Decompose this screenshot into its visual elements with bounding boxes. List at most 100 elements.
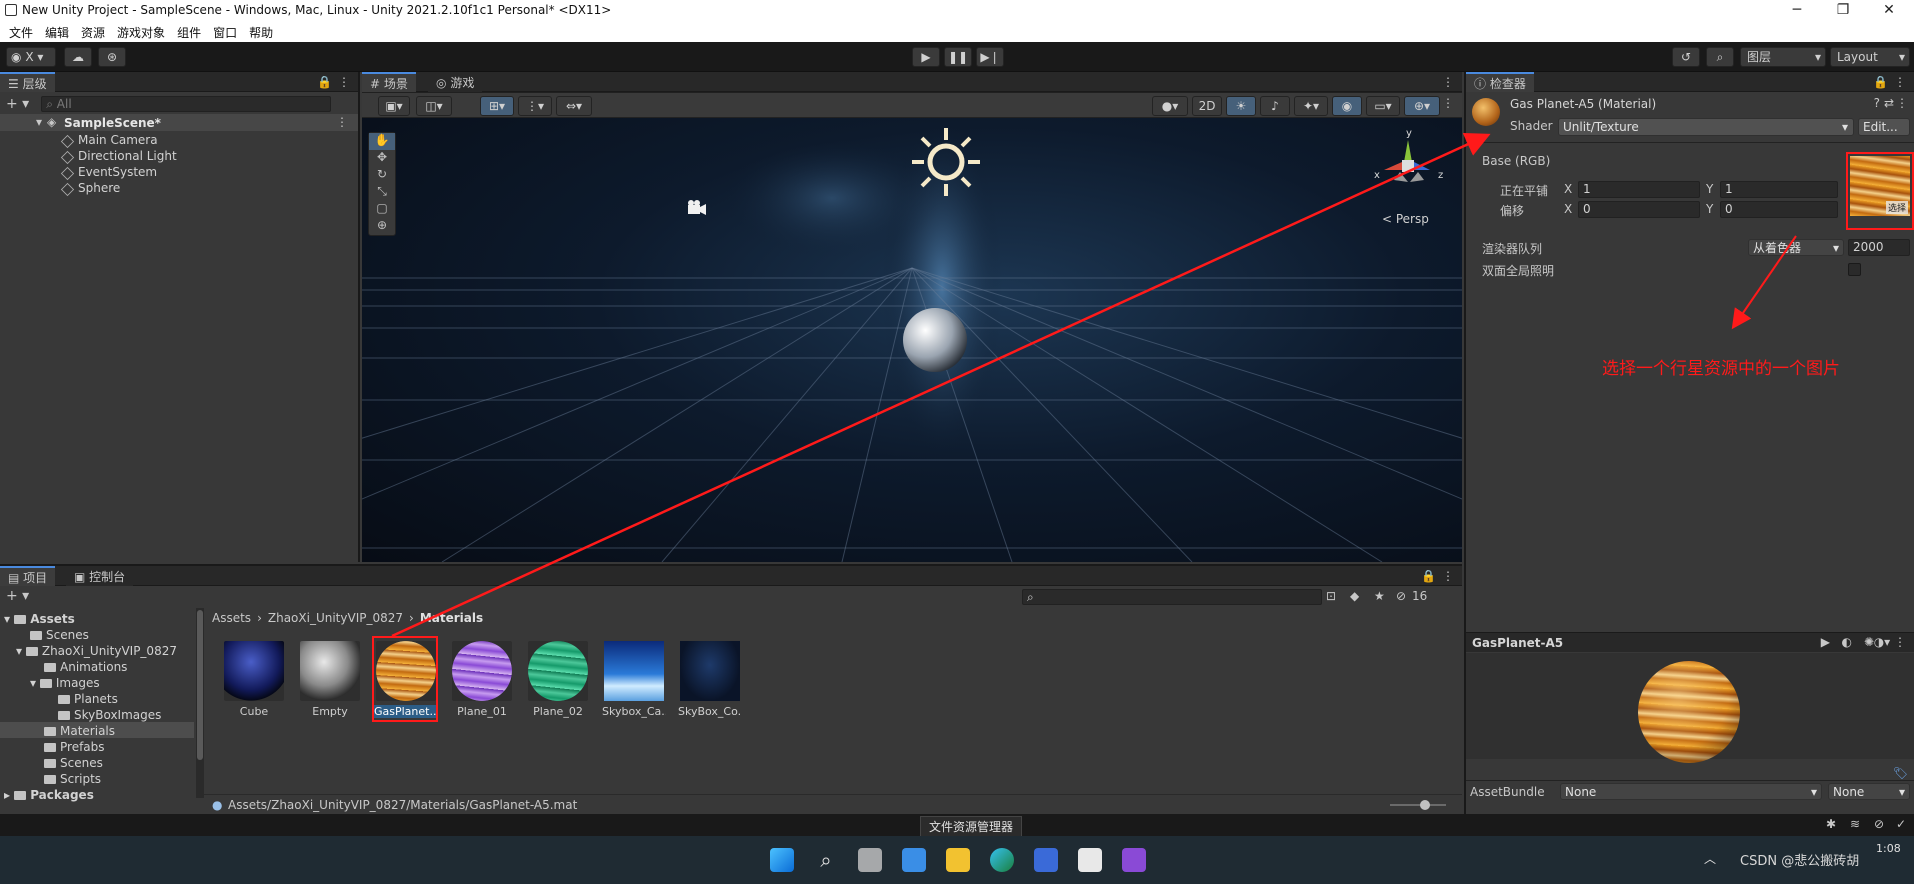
- tab-game[interactable]: ◎ 游戏: [428, 72, 483, 92]
- clock[interactable]: 1:08: [1876, 842, 1901, 855]
- tree-item-packages[interactable]: ▸ Packages: [4, 788, 94, 802]
- tab-project[interactable]: ▤ 项目: [0, 566, 56, 586]
- expand-arrow-icon[interactable]: ▾: [36, 115, 42, 129]
- history-icon[interactable]: ↺: [1672, 47, 1700, 67]
- scale-tool-icon[interactable]: ⤡: [369, 184, 395, 201]
- shader-edit-button[interactable]: Edit...: [1858, 118, 1910, 136]
- menu-gameobject[interactable]: 游戏对象: [117, 24, 165, 41]
- breadcrumb-zhaoxi[interactable]: ZhaoXi_UnityVIP_0827: [268, 611, 403, 625]
- lighting-icon[interactable]: ☀: [1226, 96, 1256, 116]
- scene-viewport[interactable]: ✋ ✥ ↻ ⤡ ▢ ⊕ y x z < Persp: [362, 118, 1462, 562]
- component-more-icon[interactable]: ⋮: [1896, 96, 1908, 110]
- cache-icon[interactable]: ≋: [1850, 817, 1860, 831]
- hierarchy-item-sphere[interactable]: Sphere: [78, 181, 120, 195]
- tab-inspector[interactable]: ⓘ 检查器: [1466, 72, 1534, 92]
- hierarchy-item-eventsystem[interactable]: EventSystem: [78, 165, 157, 179]
- minimize-button[interactable]: ─: [1774, 0, 1820, 22]
- align-icon[interactable]: ⇔▾: [556, 96, 592, 116]
- menu-component[interactable]: 组件: [177, 24, 201, 41]
- orientation-gizmo[interactable]: y x z: [1364, 126, 1460, 206]
- toggle-2d-button[interactable]: 2D: [1192, 96, 1222, 116]
- layout-dropdown[interactable]: Layout ▾: [1830, 47, 1910, 67]
- search-by-label-icon[interactable]: ◆: [1350, 589, 1359, 603]
- search-icon[interactable]: ⌕: [1706, 47, 1734, 67]
- tree-item-skyboximages[interactable]: SkyBoxImages: [58, 708, 161, 722]
- asset-empty[interactable]: Empty: [298, 641, 362, 718]
- rotate-tool-icon[interactable]: ↻: [369, 167, 395, 184]
- preview-light-icon[interactable]: ✺: [1864, 635, 1874, 649]
- progress-icon[interactable]: ⊘: [1874, 817, 1884, 831]
- preview-shape-dropdown[interactable]: ◑▾ ⋮: [1874, 635, 1906, 649]
- asset-cube[interactable]: Cube: [222, 641, 286, 718]
- project-search-input[interactable]: ⌕: [1022, 589, 1322, 605]
- favorites-icon[interactable]: ★: [1374, 589, 1385, 603]
- more-icon[interactable]: ⋮: [1894, 75, 1906, 89]
- lock-icon[interactable]: 🔒: [317, 75, 332, 89]
- search-icon[interactable]: ⌕: [814, 848, 838, 872]
- label-tag-icon[interactable]: 🏷: [1893, 766, 1908, 780]
- tree-item-assets[interactable]: ▾ Assets: [4, 612, 75, 626]
- tree-item-animations[interactable]: Animations: [44, 660, 127, 674]
- offset-x-field[interactable]: 0: [1578, 201, 1700, 218]
- orientation-icon[interactable]: ●▾: [1152, 96, 1188, 116]
- tree-item-images[interactable]: ▾ Images: [30, 676, 100, 690]
- transform-tool-icon[interactable]: ⊕: [369, 218, 395, 235]
- account-dropdown[interactable]: ◉ X ▾: [6, 47, 56, 67]
- tiling-y-field[interactable]: 1: [1720, 181, 1838, 198]
- visual-studio-icon[interactable]: [1122, 848, 1146, 872]
- task-view-icon[interactable]: [858, 848, 882, 872]
- camera-icon[interactable]: ▭▾: [1366, 96, 1400, 116]
- hand-tool-icon[interactable]: ✋: [369, 133, 395, 150]
- tab-console[interactable]: ▣ 控制台: [66, 566, 134, 586]
- increment-snap-icon[interactable]: ⋮▾: [518, 96, 552, 116]
- edge-icon[interactable]: [990, 848, 1014, 872]
- close-button[interactable]: ✕: [1866, 0, 1912, 22]
- tree-item-materials[interactable]: Materials: [44, 724, 115, 738]
- tiling-x-field[interactable]: 1: [1578, 181, 1700, 198]
- assetbundle-dropdown[interactable]: None ▾: [1560, 783, 1822, 800]
- widgets-icon[interactable]: [902, 848, 926, 872]
- file-explorer-icon[interactable]: [946, 848, 970, 872]
- step-button[interactable]: ▶❘: [976, 47, 1004, 67]
- sphere-object[interactable]: [903, 308, 967, 372]
- menu-file[interactable]: 文件: [9, 24, 33, 41]
- windows-start-icon[interactable]: [770, 848, 794, 872]
- breadcrumb-materials[interactable]: Materials: [420, 611, 483, 625]
- grid-snap-icon[interactable]: ⊞▾: [480, 96, 514, 116]
- hierarchy-item-directional-light[interactable]: Directional Light: [78, 149, 177, 163]
- collab-icon[interactable]: ⊛: [98, 47, 126, 67]
- tab-hierarchy[interactable]: ☰ 层级: [0, 72, 55, 92]
- preset-icon[interactable]: ⇄: [1884, 96, 1894, 110]
- persp-label[interactable]: < Persp: [1382, 212, 1429, 226]
- lock-icon[interactable]: 🔒: [1873, 75, 1888, 89]
- render-queue-field[interactable]: 2000: [1848, 239, 1910, 256]
- add-object-button[interactable]: + ▾: [6, 96, 29, 112]
- search-by-type-icon[interactable]: ⊡: [1326, 589, 1336, 603]
- assetbundle-variant-dropdown[interactable]: None ▾: [1828, 783, 1910, 800]
- zoom-slider[interactable]: [1390, 800, 1446, 810]
- move-tool-icon[interactable]: ✥: [369, 150, 395, 167]
- play-button[interactable]: ▶: [912, 47, 940, 67]
- more-icon[interactable]: ⋮: [338, 75, 350, 89]
- offset-y-field[interactable]: 0: [1720, 201, 1838, 218]
- menu-window[interactable]: 窗口: [213, 24, 237, 41]
- bug-icon[interactable]: ✱: [1826, 817, 1836, 831]
- preview-sphere-icon[interactable]: ◐: [1842, 635, 1852, 649]
- double-sided-gi-checkbox[interactable]: [1848, 263, 1861, 276]
- draw-mode-icon[interactable]: ▣▾: [378, 96, 410, 116]
- scene-row[interactable]: ▾ ◈ SampleScene* ⋮: [0, 114, 358, 131]
- rect-tool-icon[interactable]: ▢: [369, 201, 395, 218]
- tree-scrollbar[interactable]: [196, 608, 204, 798]
- maximize-button[interactable]: ❐: [1820, 0, 1866, 22]
- lock-icon[interactable]: 🔒: [1421, 569, 1436, 583]
- more-icon[interactable]: ⋮: [1442, 75, 1454, 89]
- asset-plane01[interactable]: Plane_01: [450, 641, 514, 718]
- shader-dropdown[interactable]: Unlit/Texture ▾: [1558, 118, 1854, 136]
- menu-edit[interactable]: 编辑: [45, 24, 69, 41]
- store-icon[interactable]: [1034, 848, 1058, 872]
- visibility-icon[interactable]: ◉: [1332, 96, 1362, 116]
- preview-play-icon[interactable]: ▶: [1821, 635, 1830, 649]
- tree-item-prefabs[interactable]: Prefabs: [44, 740, 105, 754]
- zoom-slider-handle[interactable]: [1420, 800, 1430, 810]
- tree-item-scenes[interactable]: Scenes: [30, 628, 89, 642]
